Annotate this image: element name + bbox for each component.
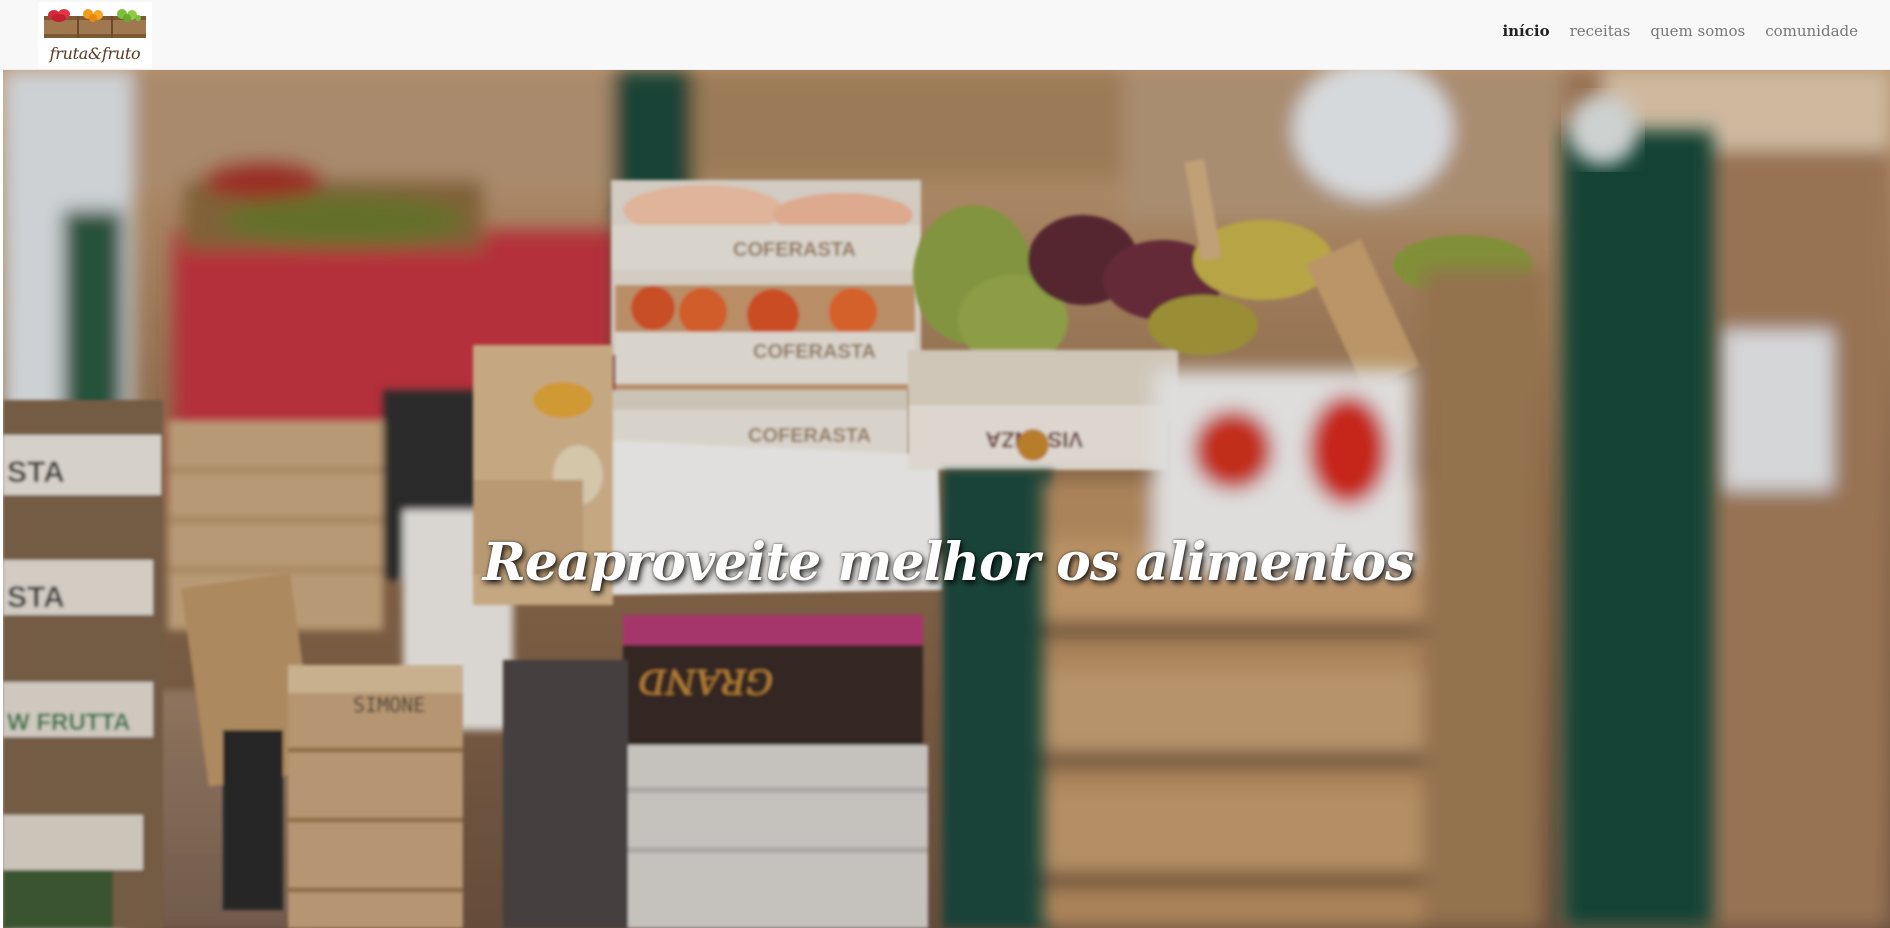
nav-item-comunidade[interactable]: comunidade (1765, 22, 1858, 40)
top-navbar: fruta&fruto início receitas quem somos c… (0, 0, 1890, 70)
nav-item-receitas[interactable]: receitas (1570, 22, 1631, 40)
hero-headline: Reaproveite melhor os alimentos (482, 532, 1415, 593)
nav-item-quem-somos[interactable]: quem somos (1650, 22, 1745, 40)
brand-name: fruta&fruto (49, 44, 141, 63)
main-nav: início receitas quem somos comunidade (1502, 22, 1858, 40)
hero-banner: STA STA W FRUTTA SIMONE COFERASTA COFERA… (3, 70, 1890, 928)
brand-logo[interactable]: fruta&fruto (38, 2, 152, 68)
nav-item-inicio[interactable]: início (1502, 22, 1549, 40)
market-stall-produce-crates-photo: STA STA W FRUTTA SIMONE COFERASTA COFERA… (3, 70, 1890, 928)
